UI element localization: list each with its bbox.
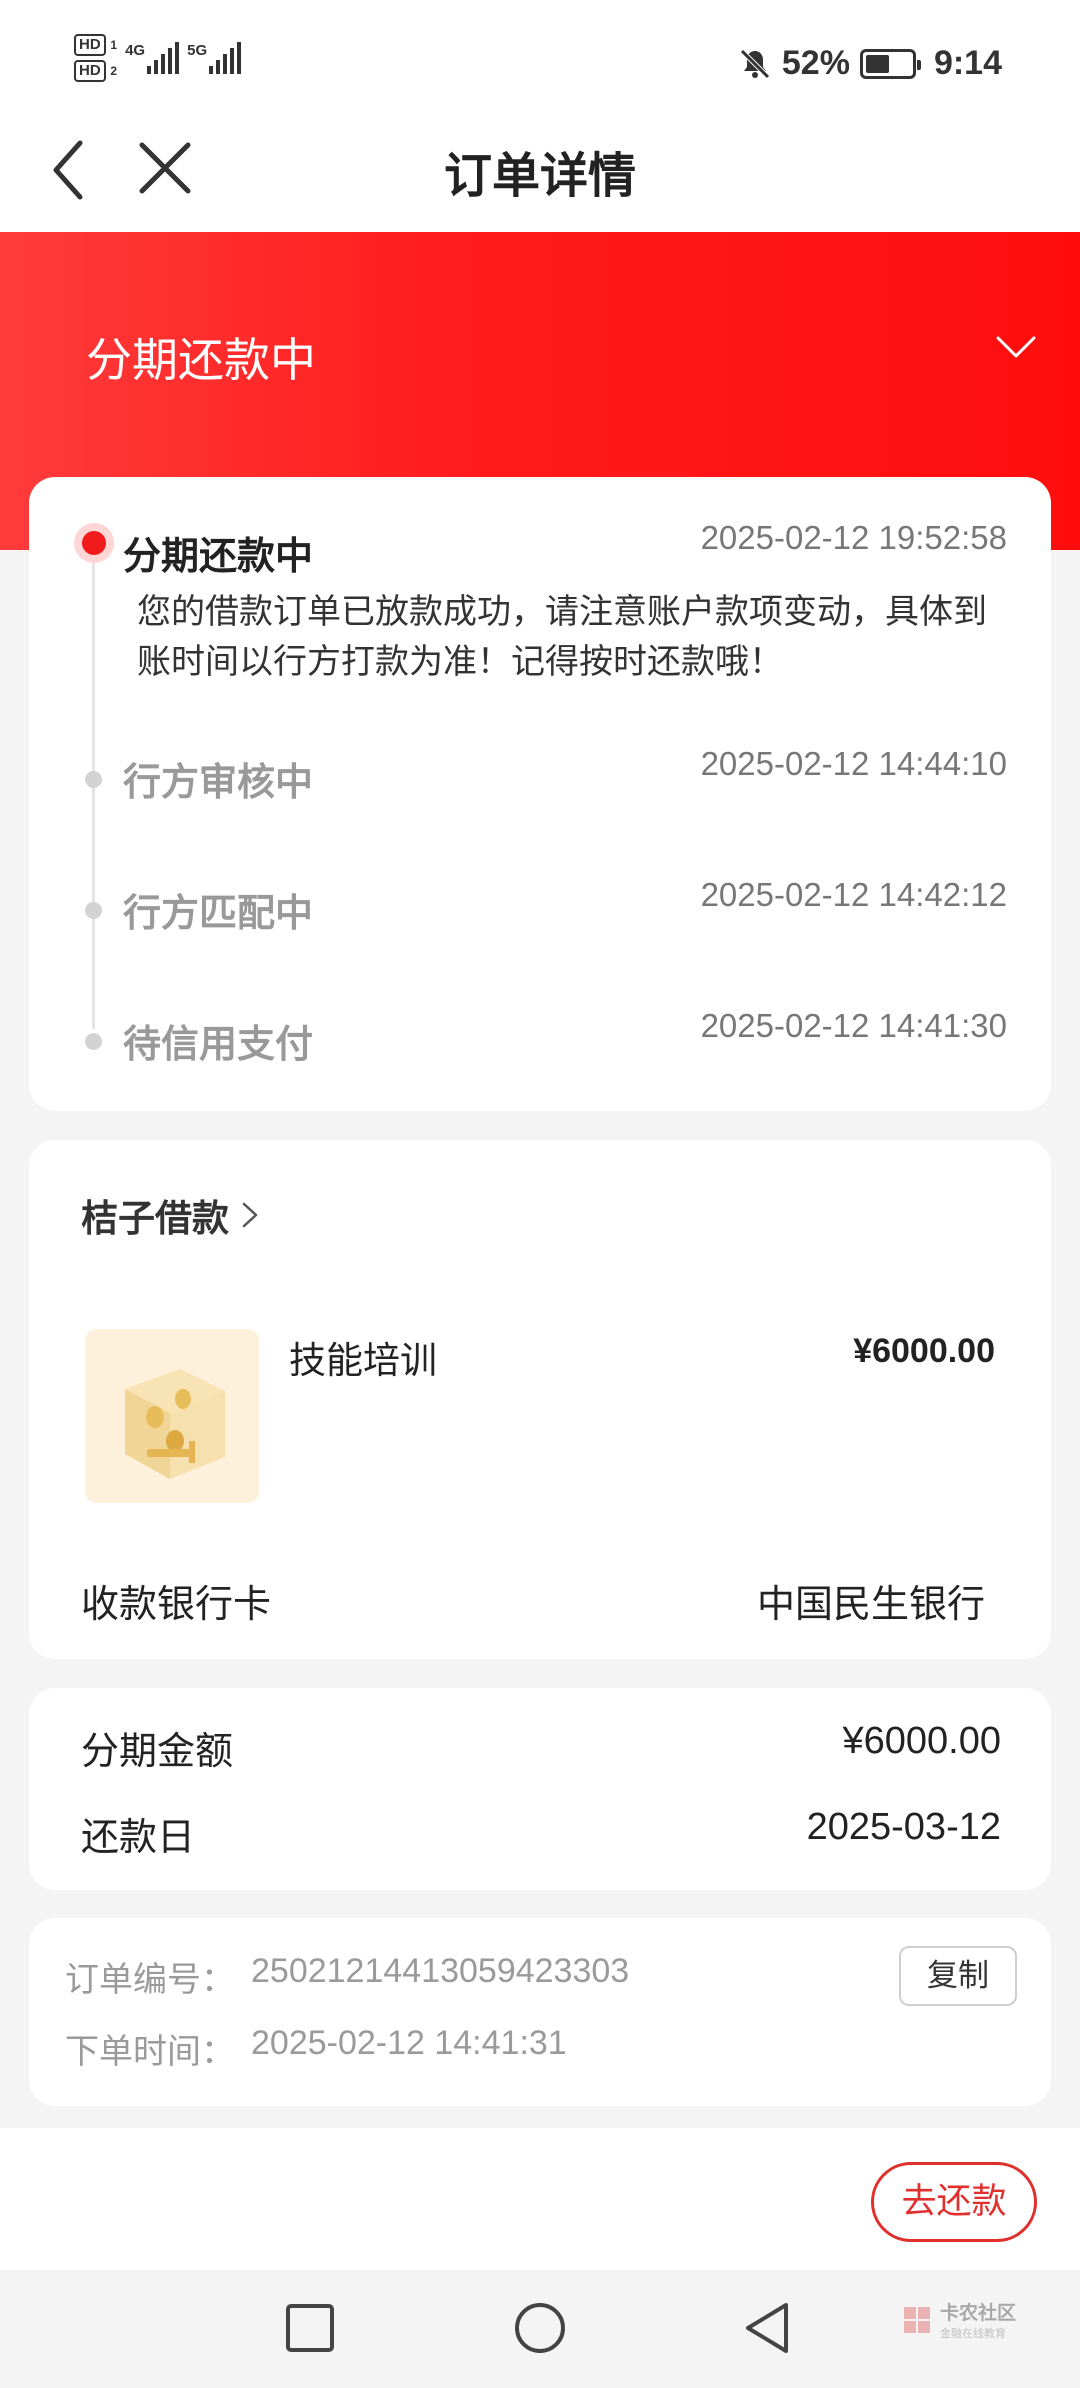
timeline-dot [85,1033,102,1050]
home-icon[interactable] [510,2298,570,2358]
signal-indicators: HD 1 HD 2 4G 5G [74,34,242,82]
progress-timeline: 分期还款中 2025-02-12 19:52:58 您的借款订单已放款成功，请注… [29,477,1051,1111]
timeline-time: 2025-02-12 14:41:30 [700,1007,1007,1044]
bell-muted-icon [740,48,770,79]
chevron-down-icon[interactable] [994,332,1038,362]
timeline-title: 行方匹配中 [123,893,314,935]
copy-button[interactable]: 复制 [899,1946,1017,2006]
coin-box-icon [85,1329,259,1503]
status-right: 52% 9:14 [738,44,1002,83]
hero-status-text: 分期还款中 [86,334,316,386]
bank-card-value: 中国民生银行 [756,1584,985,1626]
product-name: 技能培训 [289,1340,437,1381]
timeline-description: 您的借款订单已放款成功，请注意账户款项变动，具体到账时间以行方打款为准！记得按时… [137,593,987,681]
bank-card-label: 收款银行卡 [81,1584,272,1626]
due-date-value: 2025-03-12 [806,1806,1001,1848]
watermark-main: 卡农社区 [940,2303,1017,2324]
signal-bars-icon [209,42,242,74]
installment-amount-label: 分期金额 [81,1731,234,1773]
due-date-label: 还款日 [81,1817,196,1859]
merchant-link[interactable]: 桔子借款 [81,1188,261,1242]
hd1-icon: HD [74,34,106,56]
timeline-time: 2025-02-12 19:52:58 [700,519,1007,556]
order-info-card: 订单编号： 25021214413059423303 复制 下单时间： 2025… [29,1918,1051,2106]
battery-icon [859,48,921,79]
hd2-icon: HD [74,60,106,82]
page-title: 订单详情 [443,150,636,203]
timeline-dot-active [74,523,114,563]
order-time-label: 下单时间： [65,2033,235,2071]
watermark-logo: 卡农社区 金融在线教育 [900,2298,1016,2341]
timeline-title: 分期还款中 [123,536,314,578]
timeline-title: 行方审核中 [123,762,314,804]
back-triangle-icon[interactable] [738,2298,798,2358]
battery-percent: 52% [781,44,850,82]
order-number-label: 订单编号： [65,1961,235,1999]
timeline-title: 待信用支付 [123,1024,314,1066]
merchant-name: 桔子借款 [81,1198,229,1239]
timeline-time: 2025-02-12 14:42:12 [700,876,1007,913]
system-nav-bar: 卡农社区 金融在线教育 [0,2270,1080,2388]
status-bar: HD 1 HD 2 4G 5G 52% 9:14 [0,0,1080,130]
timeline-dot [85,902,102,919]
installment-card: 分期金额 ¥6000.00 还款日 2025-03-12 [29,1688,1051,1890]
product-price: ¥6000.00 [853,1332,995,1370]
product-image [85,1329,259,1503]
recent-apps-icon[interactable] [280,2298,340,2358]
order-number-value: 25021214413059423303 [251,1952,630,1990]
hd-indicators: HD 1 HD 2 [74,34,117,82]
watermark-sub: 金融在线教育 [940,2328,1006,2340]
watermark-emblem-icon [904,2306,930,2333]
clock: 9:14 [933,44,1002,82]
product-card: 桔子借款 技能培训 ¥6000.00 收款银行卡 中国民生银行 [29,1140,1051,1659]
timeline-time: 2025-02-12 14:44:10 [700,745,1007,782]
top-nav: 订单详情 [0,130,1080,232]
signal-bars-icon [147,42,180,74]
signal-5g: 5G [187,42,242,74]
bottom-action-bar: 去还款 [0,2128,1080,2270]
order-time-value: 2025-02-12 14:41:31 [251,2024,567,2062]
timeline-dot [85,771,102,788]
installment-amount-value: ¥6000.00 [842,1720,1002,1762]
repay-button[interactable]: 去还款 [871,2162,1037,2242]
chevron-right-icon [242,1202,258,1228]
signal-4g: 4G [125,42,180,74]
